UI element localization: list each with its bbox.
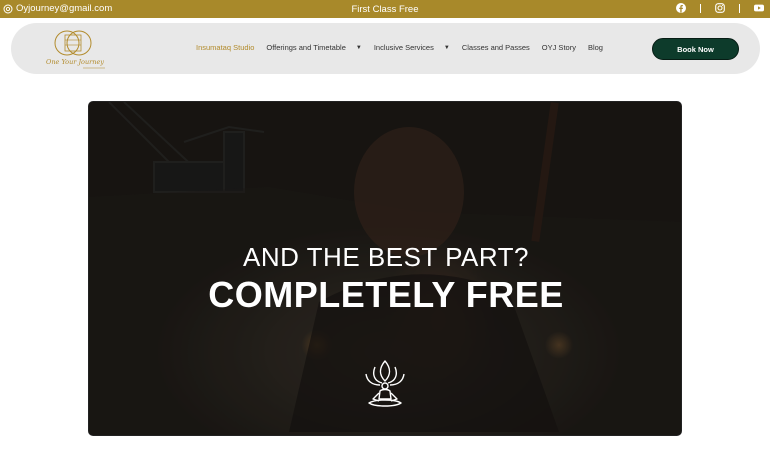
nav-label[interactable]: Insumataq Studio: [196, 43, 254, 52]
nav-label[interactable]: OYJ Story: [542, 43, 576, 52]
promo-text: First Class Free: [351, 4, 419, 15]
nav-label[interactable]: Inclusive Services: [374, 43, 434, 52]
social-divider: [700, 3, 701, 13]
nav-oyj-story[interactable]: OYJ Story: [542, 43, 576, 52]
nav-offerings-timetable[interactable]: Offerings and Timetable ▼: [266, 43, 361, 52]
nav-label[interactable]: Blog: [588, 43, 603, 52]
hero-banner: AND THE BEST PART? COMPLETELY FREE: [88, 101, 682, 436]
nav-classes-passes[interactable]: Classes and Passes: [462, 43, 530, 52]
social-divider: [739, 3, 740, 13]
hero-subheading: AND THE BEST PART?: [243, 242, 529, 272]
logo-text: One Your Journey: [46, 58, 104, 66]
nav-inclusive-services[interactable]: Inclusive Services ▼: [374, 43, 450, 52]
meditation-lotus-icon: [365, 360, 405, 407]
instagram-icon[interactable]: [715, 3, 725, 13]
nav-blog[interactable]: Blog: [588, 43, 603, 52]
chevron-down-icon[interactable]: ▼: [444, 45, 450, 51]
site-header: One Your Journey Insumataq Studio Offeri…: [11, 23, 760, 74]
top-announcement-bar: Oyjourney@gmail.com First Class Free: [0, 0, 770, 18]
site-logo[interactable]: One Your Journey: [39, 26, 111, 72]
nav-label[interactable]: Classes and Passes: [462, 43, 530, 52]
book-now-button[interactable]: Book Now: [652, 38, 739, 60]
facebook-icon[interactable]: [676, 3, 686, 13]
nav-insumataq-studio[interactable]: Insumataq Studio: [196, 43, 254, 52]
youtube-icon[interactable]: [754, 3, 764, 13]
nav-label[interactable]: Offerings and Timetable: [266, 43, 346, 52]
hero-heading: COMPLETELY FREE: [208, 274, 564, 315]
main-nav: Insumataq Studio Offerings and Timetable…: [196, 43, 603, 52]
chevron-down-icon[interactable]: ▼: [356, 45, 362, 51]
social-links: [676, 3, 764, 13]
